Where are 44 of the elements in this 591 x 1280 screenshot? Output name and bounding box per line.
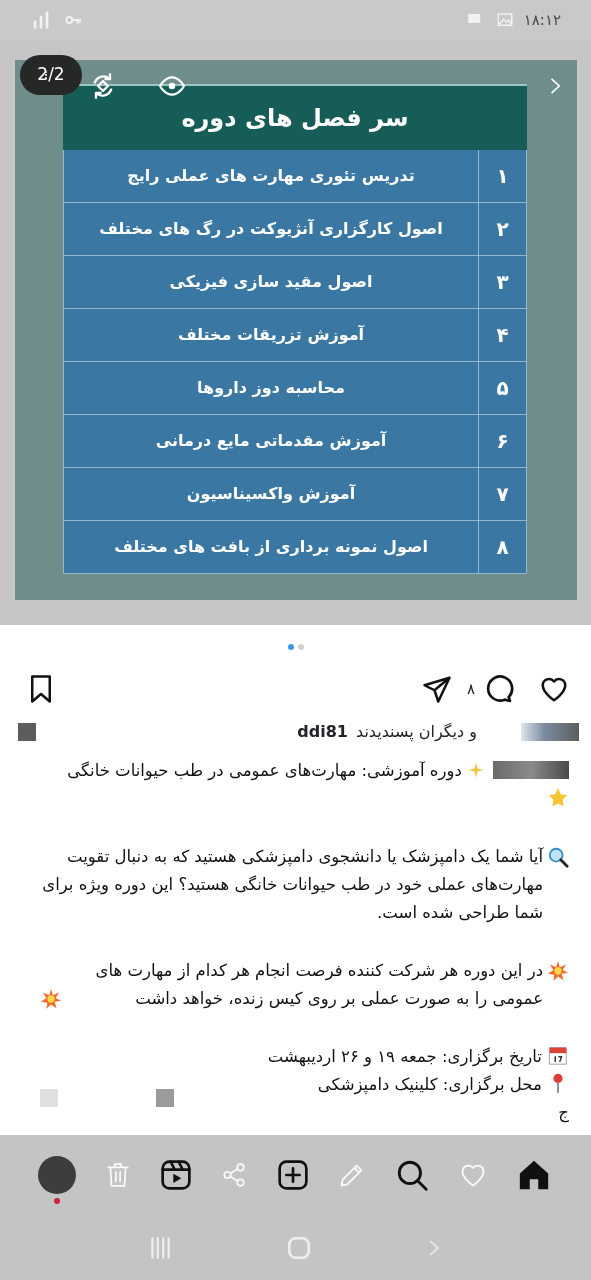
row-topic: محاسبه دوز داروها	[196, 377, 346, 399]
caption-text: ج	[558, 1102, 569, 1125]
avatar-silhouette[interactable]	[38, 1156, 76, 1194]
caption-detail: محل برگزاری: کلینیک دامپزشکی	[317, 1075, 543, 1094]
add-icon[interactable]	[276, 1159, 309, 1191]
blurred-block	[18, 723, 36, 741]
row-topic: آموزش تزریقات مختلف	[176, 324, 366, 346]
row-topic: اصول نمونه برداری از بافت های مختلف	[113, 536, 429, 558]
username[interactable]: ddi81	[297, 720, 348, 744]
row-number: ۳	[478, 256, 526, 308]
notification-dot	[54, 1198, 60, 1204]
row-topic: اصول مقید سازی فیزیکی	[168, 271, 374, 293]
row-number: ۱	[478, 150, 526, 202]
burst-icon	[547, 960, 569, 982]
calendar-icon	[547, 1044, 569, 1066]
eye-icon[interactable]	[156, 73, 188, 99]
comment-count: ۸	[466, 678, 475, 700]
row-number: ۷	[478, 468, 526, 520]
row-topic: تدریس تئوری مهارت های عملی رایج	[126, 165, 416, 187]
caption-detail: تاریخ برگزاری: جمعه ۱۹ و ۲۶ اردیبهشت	[267, 1047, 543, 1066]
send-icon[interactable]	[420, 674, 453, 704]
row-topic: آموزش واکسیناسیون	[185, 483, 357, 505]
burst-icon	[40, 988, 62, 1010]
status-time: ۱۸:۱۲	[523, 9, 561, 31]
caption-paragraph: آیا شما یک دامپزشک یا دانشجوی دامپزشکی هستید که به دنبال تقویت مهارت‌های عملی خود در طب حیوانات خانگی هستید؟ این دوره ویژه برای شما طراحی شده است.	[41, 846, 543, 924]
row-number: ۵	[478, 362, 526, 414]
row-topic: اصول کارگزاری آنژیوکت در رگ های مختلف	[98, 218, 444, 240]
row-number: ۲	[478, 203, 526, 255]
row-topic: آموزش مقدماتی مایع درمانی	[154, 430, 388, 452]
blurred-block	[156, 1089, 174, 1107]
blurred-block	[40, 1089, 58, 1107]
home-icon[interactable]	[517, 1158, 551, 1192]
slide-title: سر فصل های دوره	[63, 84, 527, 150]
liked-by-text: و دیگران پسندیدند	[356, 721, 477, 744]
row-number: ۴	[478, 309, 526, 361]
magnifier-icon	[547, 846, 569, 868]
row-number: ۸	[478, 521, 526, 573]
row-number: ۶	[478, 415, 526, 467]
caption-headline: دوره آموزشی: مهارت‌های عمومی در طب حیوانات خانگی	[67, 761, 463, 780]
caption-paragraph: در این دوره هر شرکت کننده فرصت انجام هر کدام از مهارت های عمومی را به صورت عملی بر روی کیس زنده، خواهد داشت	[94, 960, 543, 1011]
blurred-avatars	[521, 723, 579, 741]
reels-icon[interactable]	[160, 1159, 193, 1191]
image-counter: 2/2	[20, 55, 82, 95]
star-icon	[547, 786, 569, 808]
